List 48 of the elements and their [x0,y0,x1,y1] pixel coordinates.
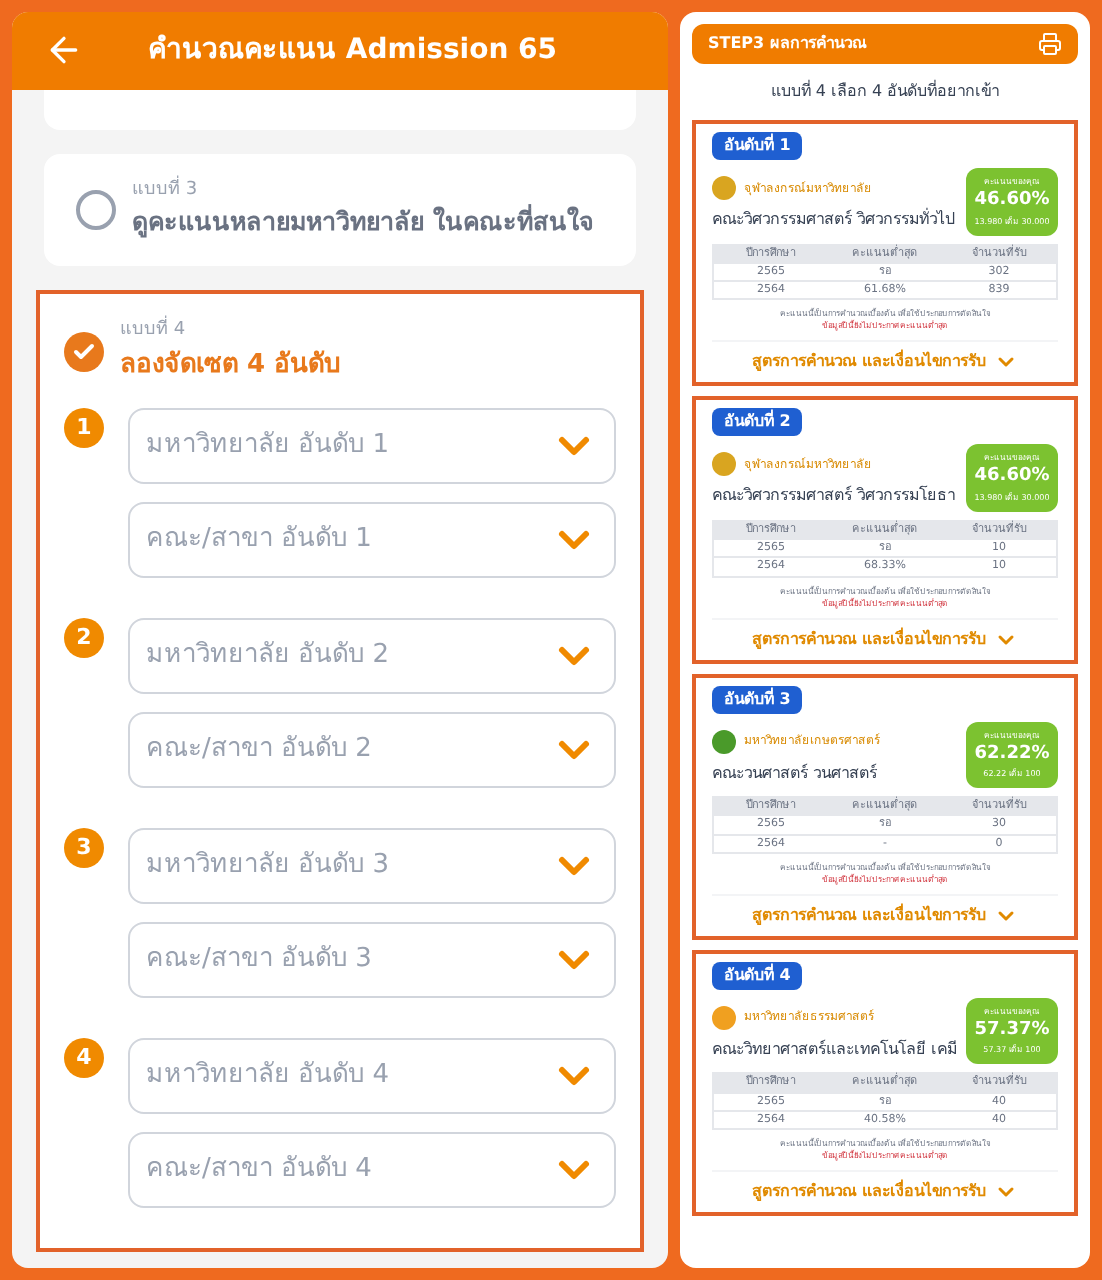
faculty-name: คณะวนศาสตร์ วนศาสตร์ [712,761,880,785]
results-subtitle: แบบที่ 4 เลือก 4 อันดับที่อยากเข้า [768,78,1002,104]
select-placeholder: มหาวิทยาลัย อันดับ 3 [146,848,390,885]
select-placeholder: คณะ/สาขา อันดับ 1 [146,522,372,559]
option-title: ดูคะแนนหลายมหาวิทยาลัย ในคณะที่สนใจ [132,204,593,242]
rank-number: 3 [64,828,104,868]
faculty-name: คณะวิศวกรรมศาสตร์ วิศวกรรมทั่วไป [712,208,956,232]
results-title: STEP3 ผลการคำนวณ [708,32,866,56]
formula-link[interactable]: สูตรการคำนวณ และเงื่อนไขการรับ [712,893,1058,928]
select-field[interactable]: คณะ/สาขา อันดับ 1 [128,502,616,578]
rank-number: 4 [64,1038,104,1078]
formula-link[interactable]: สูตรการคำนวณ และเงื่อนไขการรับ [712,1170,1058,1204]
rank-number: 2 [64,618,104,658]
select-placeholder: มหาวิทยาลัย อันดับ 1 [146,428,390,465]
faculty-name: คณะวิศวกรรมศาสตร์ วิศวกรรมโยธา [712,484,956,509]
header-title: คำนวณคะแนน Admission 65 [148,31,558,70]
option-title: ลองจัดเซต 4 อันดับ [120,347,341,383]
rank-badge: อันดับที่ 3 [712,685,803,713]
select-field[interactable]: มหาวิทยาลัย อันดับ 1 [128,408,616,484]
select-field[interactable]: มหาวิทยาลัย อันดับ 2 [128,618,616,694]
score-value: 46.60% [974,464,1050,491]
select-field[interactable]: คณะ/สาขา อันดับ 3 [128,922,616,998]
rank-badge: อันดับที่ 4 [712,961,803,990]
rank-badge: อันดับที่ 2 [712,408,803,437]
select-field[interactable]: คณะ/สาขา อันดับ 2 [128,712,616,788]
select-field[interactable]: มหาวิทยาลัย อันดับ 3 [128,828,616,904]
option-label: แบบที่ 4 [120,318,341,345]
select-placeholder: คณะ/สาขา อันดับ 2 [146,732,372,769]
faculty-name: คณะวิทยาศาสตร์และเทคโนโลยี เคมี [712,1037,958,1062]
checked-radio-icon[interactable] [64,331,104,371]
select-placeholder: คณะ/สาขา อันดับ 4 [146,1152,372,1189]
option-card-selected[interactable]: แบบที่ 4 ลองจัดเซต 4 อันดับ 1 มหาวิทยาลัย อันดับ 1 คณะ/สาขา อันดับ 1 2 มหาวิทยาลัย อันดับ 2 คณะ/สาขา อันดับ 2 3 มหาวิทยาลัย อันดับ 3 คณะ/สาขา อันดับ 3 4 มหาวิทยาลัย อันดับ 4 คณะ/สาขา อันดับ 4 [36,290,644,1252]
select-placeholder: คณะ/สาขา อันดับ 3 [146,942,372,979]
option-label: แบบที่ 3 [132,177,200,204]
formula-link[interactable]: สูตรการคำนวณ และเงื่อนไขการรับ [712,617,1058,651]
score-value: 46.60% [974,188,1050,214]
rank-badge: อันดับที่ 1 [712,132,803,160]
score-value: 62.22% [974,741,1050,767]
select-placeholder: มหาวิทยาลัย อันดับ 2 [146,638,390,675]
radio-icon[interactable] [76,189,116,230]
option-card[interactable]: แบบที่ 3 ดูคะแนนหลายมหาวิทยาลัย ในคณะที่สนใจ [44,153,636,266]
select-field[interactable]: คณะ/สาขา อันดับ 4 [128,1132,616,1208]
select-field[interactable]: มหาวิทยาลัย อันดับ 4 [128,1038,616,1114]
score-value: 57.37% [974,1017,1050,1044]
print-icon[interactable] [1038,32,1062,56]
select-placeholder: มหาวิทยาลัย อันดับ 4 [146,1058,390,1095]
rank-number: 1 [64,408,104,448]
formula-link[interactable]: สูตรการคำนวณ และเงื่อนไขการรับ [712,340,1058,375]
